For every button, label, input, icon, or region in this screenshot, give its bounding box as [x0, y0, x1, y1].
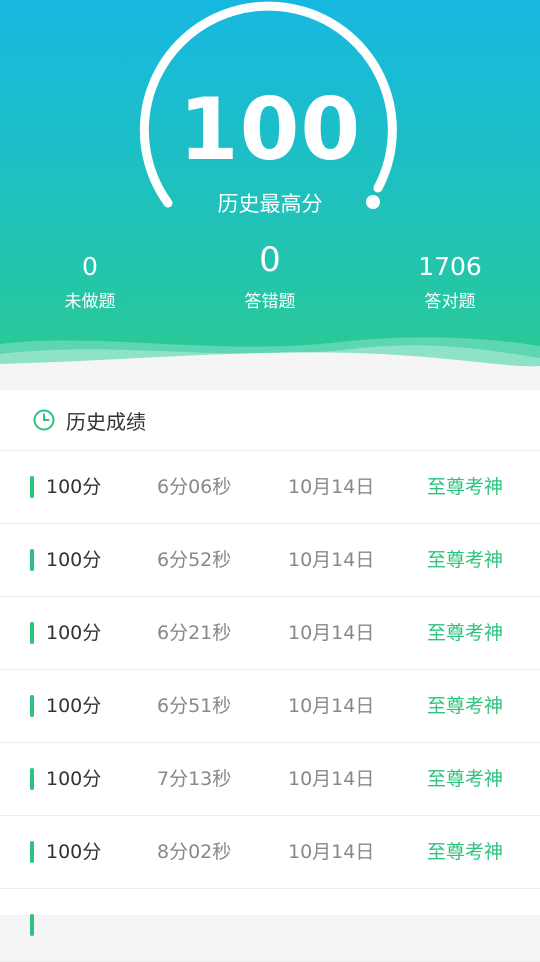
best-score: 100 — [178, 80, 362, 180]
record-date: 10月14日 — [288, 476, 375, 498]
history-panel: 历史成绩 100分 6分06秒 10月14日 至尊考神 100分 6分52秒 1… — [0, 390, 540, 962]
record-score: 100分 — [46, 549, 102, 571]
record-duration: 6分51秒 — [157, 695, 232, 717]
row-marker — [30, 549, 34, 571]
record-duration: 7分13秒 — [157, 768, 232, 790]
record-date: 10月14日 — [288, 841, 375, 863]
record-rank: 至尊考神 — [427, 841, 504, 863]
record-score: 100分 — [46, 695, 102, 717]
stat-wrong[interactable]: 0 答错题 — [180, 242, 360, 314]
record-date: 10月14日 — [288, 695, 375, 717]
stat-wrong-label: 答错题 — [244, 292, 296, 312]
record-rank: 至尊考神 — [427, 622, 504, 644]
history-row-partial[interactable] — [0, 889, 540, 962]
record-duration: 6分06秒 — [157, 476, 232, 498]
stat-correct-label: 答对题 — [424, 292, 476, 312]
record-score: 100分 — [46, 476, 102, 498]
history-row[interactable]: 100分 6分06秒 10月14日 至尊考神 — [0, 451, 540, 524]
best-score-label: 历史最高分 — [217, 192, 323, 216]
stat-unanswered-label: 未做题 — [64, 292, 116, 312]
history-row[interactable]: 100分 6分21秒 10月14日 至尊考神 — [0, 597, 540, 670]
row-marker — [30, 841, 34, 863]
row-marker — [30, 914, 34, 936]
history-title: 历史成绩 — [66, 409, 146, 434]
history-header: 历史成绩 — [0, 390, 540, 451]
clock-icon — [33, 409, 55, 431]
record-rank: 至尊考神 — [427, 549, 504, 571]
history-row[interactable]: 100分 6分51秒 10月14日 至尊考神 — [0, 670, 540, 743]
record-duration: 8分02秒 — [157, 841, 232, 863]
record-score: 100分 — [46, 768, 102, 790]
record-rank: 至尊考神 — [427, 476, 504, 498]
history-row[interactable]: 100分 8分02秒 10月14日 至尊考神 — [0, 816, 540, 889]
record-score: 100分 — [46, 622, 102, 644]
stat-unanswered[interactable]: 0 未做题 — [0, 252, 180, 314]
history-row[interactable]: 100分 6分52秒 10月14日 至尊考神 — [0, 524, 540, 597]
stat-correct[interactable]: 1706 答对题 — [360, 252, 540, 314]
header-wave — [0, 337, 540, 390]
stat-wrong-value: 0 — [259, 240, 281, 280]
record-duration: 6分52秒 — [157, 549, 232, 571]
record-duration: 6分21秒 — [157, 622, 232, 644]
history-row[interactable]: 100分 7分13秒 10月14日 至尊考神 — [0, 743, 540, 816]
record-score: 100分 — [46, 841, 102, 863]
record-date: 10月14日 — [288, 622, 375, 644]
row-marker — [30, 695, 34, 717]
record-rank: 至尊考神 — [427, 695, 504, 717]
row-marker — [30, 476, 34, 498]
score-header: 100 历史最高分 0 未做题 0 答错题 1706 答对题 — [0, 0, 540, 390]
row-marker — [30, 768, 34, 790]
stat-unanswered-value: 0 — [82, 252, 98, 281]
record-date: 10月14日 — [288, 549, 375, 571]
stat-correct-value: 1706 — [418, 252, 482, 281]
record-rank: 至尊考神 — [427, 768, 504, 790]
row-marker — [30, 622, 34, 644]
record-date: 10月14日 — [288, 768, 375, 790]
